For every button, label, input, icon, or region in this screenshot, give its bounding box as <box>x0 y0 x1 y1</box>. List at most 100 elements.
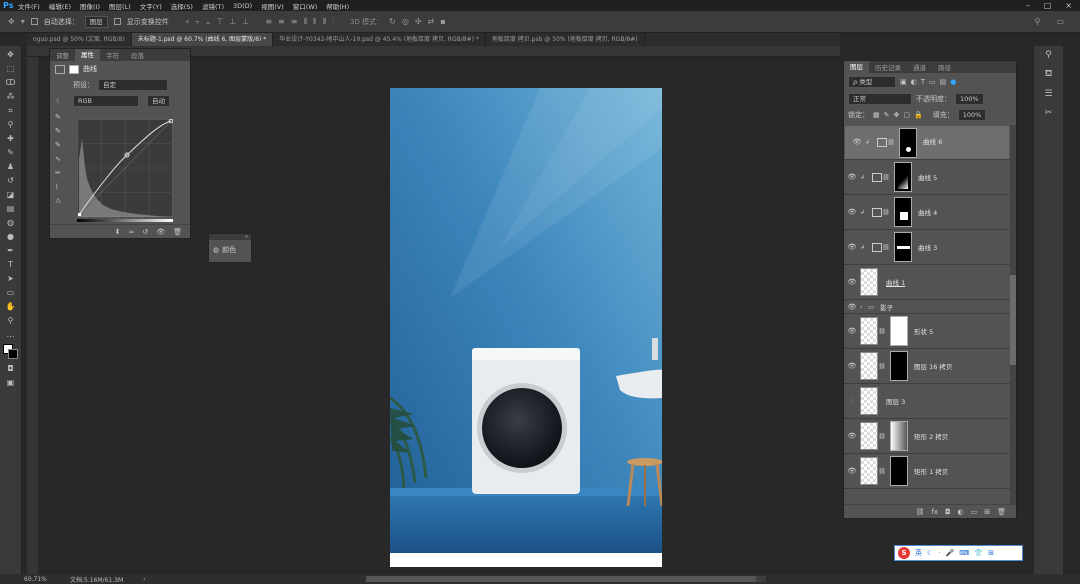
layer-mask-thumbnail[interactable] <box>890 421 908 451</box>
lock-all-icon[interactable]: 🔒 <box>914 111 923 119</box>
layer-row-layer-16-copy[interactable]: 👁 ⛓ 图层 16 拷贝 <box>844 349 1010 384</box>
menu-help[interactable]: 帮助(H) <box>326 1 349 11</box>
adjustments-icon[interactable]: ☰ <box>1044 89 1052 99</box>
layer-name[interactable]: 曲线 1 <box>886 277 905 287</box>
layer-thumbnail[interactable] <box>860 422 878 450</box>
add-mask-icon[interactable]: ◘ <box>945 508 951 516</box>
layer-style-icon[interactable]: fx <box>931 508 938 516</box>
microphone-icon[interactable]: 🎤 <box>946 549 955 557</box>
visibility-eye-icon[interactable]: 👁 <box>844 432 860 440</box>
menu-image[interactable]: 图像(I) <box>80 1 100 11</box>
auto-select-checkbox[interactable] <box>30 18 38 25</box>
scale-3d-icon[interactable]: ▪ <box>440 17 445 26</box>
group-name[interactable]: 影子 <box>880 302 893 312</box>
grid-icon[interactable]: ⊞ <box>988 549 994 557</box>
menu-edit[interactable]: 编辑(E) <box>49 1 71 11</box>
layer-mask-thumbnail[interactable] <box>894 162 912 192</box>
foreground-background-swatches[interactable] <box>2 344 19 360</box>
layer-row-curves-1[interactable]: 👁 曲线 1 <box>844 265 1010 300</box>
distribute-center-icon[interactable]: ⦀ <box>313 17 317 27</box>
layer-name[interactable]: 图层 16 拷贝 <box>914 361 952 371</box>
curve-point-edit-icon[interactable]: ∿ <box>55 155 61 163</box>
tab-doc-1[interactable]: oguo.psd @ 50% (文案, RGB/8) <box>27 33 132 46</box>
lock-move-icon[interactable]: ✥ <box>894 111 900 119</box>
filter-smart-icon[interactable]: ▤ <box>940 78 947 86</box>
workspace-icon[interactable]: ▭ <box>1056 17 1064 26</box>
align-bottom-icon[interactable]: ⊥ <box>242 17 249 26</box>
drag-3d-icon[interactable]: ✣ <box>415 17 422 26</box>
gray-eyedropper-icon[interactable]: ✎ <box>55 127 61 135</box>
layer-name[interactable]: 曲线 6 <box>923 137 942 148</box>
distribute-right-icon[interactable]: ⦀ <box>323 17 327 27</box>
document-info[interactable]: 文档:5.16M/61.3M <box>70 575 123 584</box>
link-layers-icon[interactable]: ⛓ <box>915 508 924 516</box>
reset-icon[interactable]: ↺ <box>142 228 148 236</box>
layer-mask-thumbnail[interactable] <box>890 351 908 381</box>
layer-group-shadow[interactable]: 👁 › ▭ 影子 <box>844 300 1010 314</box>
layer-mask-icon[interactable] <box>69 64 79 74</box>
brush-tool-icon[interactable]: ✎ <box>4 148 18 158</box>
layer-thumbnail[interactable] <box>860 457 878 485</box>
lock-artboard-icon[interactable]: ▢ <box>903 111 910 119</box>
roll-3d-icon[interactable]: ◎ <box>402 17 409 26</box>
channel-dropdown[interactable]: RGB <box>73 95 139 107</box>
menu-filter[interactable]: 滤镜(T) <box>202 1 224 11</box>
curves-graph[interactable] <box>77 119 173 217</box>
moon-icon[interactable]: ☾ <box>927 549 933 557</box>
layer-thumbnail[interactable] <box>860 352 878 380</box>
visibility-eye-icon[interactable]: 👁 <box>844 467 860 475</box>
minimize-icon[interactable]: – <box>1026 1 1030 10</box>
tools-icon[interactable]: ✂ <box>1045 108 1053 118</box>
adjustment-layer-icon[interactable]: ◐ <box>958 508 964 516</box>
pencil-curve-icon[interactable]: ✏ <box>55 169 61 177</box>
ime-language[interactable]: 英 <box>915 548 922 558</box>
visibility-eye-icon[interactable]: 👁 <box>844 303 860 311</box>
layer-row-rect-2-copy[interactable]: 👁 ⛓ 矩形 2 拷贝 <box>844 419 1010 454</box>
crop-tool-icon[interactable]: ⌗ <box>4 106 18 116</box>
layer-name[interactable]: 曲线 5 <box>918 172 937 182</box>
close-icon[interactable]: × <box>1065 1 1072 10</box>
layer-name[interactable]: 图层 3 <box>886 396 905 406</box>
slide-3d-icon[interactable]: ⇄ <box>428 17 435 26</box>
layer-name[interactable]: 形状 5 <box>914 326 933 336</box>
layer-mask-thumbnail[interactable] <box>894 232 912 262</box>
move-tool-icon[interactable]: ✥ <box>8 17 15 26</box>
visibility-eye-icon[interactable]: 👁 <box>844 327 860 335</box>
preset-dropdown[interactable]: 自定 <box>98 79 168 91</box>
white-eyedropper-icon[interactable]: ✎ <box>55 141 61 149</box>
move-tool-icon[interactable]: ✥ <box>4 50 18 60</box>
delete-layer-icon[interactable]: 🗑 <box>997 508 1006 516</box>
maximize-icon[interactable]: □ <box>1044 1 1052 10</box>
layer-mask-thumbnail[interactable] <box>890 316 908 346</box>
lasso-tool-icon[interactable]: ↀ <box>4 78 18 88</box>
rectangle-tool-icon[interactable]: ▭ <box>4 288 18 298</box>
horizontal-scrollbar[interactable] <box>365 576 766 582</box>
visibility-eye-icon[interactable]: 👁 <box>844 173 860 181</box>
layer-row-layer-3[interactable]: ▫ 图层 3 <box>844 384 1010 419</box>
rotate-3d-icon[interactable]: ↻ <box>389 17 396 26</box>
menu-window[interactable]: 窗口(W) <box>293 1 318 11</box>
clip-to-layer-icon[interactable]: ⬇ <box>115 228 121 236</box>
show-transform-checkbox[interactable] <box>113 18 121 25</box>
auto-align-icon[interactable]: ⫶ <box>332 17 334 27</box>
visibility-eye-icon[interactable]: 👁 <box>844 278 860 286</box>
tab-character[interactable]: 字符 <box>100 50 125 60</box>
visibility-eye-icon[interactable]: 👁 <box>844 362 860 370</box>
new-layer-icon[interactable]: ⊞ <box>984 508 990 516</box>
status-arrow-icon[interactable]: › <box>143 576 145 583</box>
tab-history[interactable]: 历史记录 <box>869 62 907 72</box>
layer-filter-dropdown[interactable]: ρ 类型 <box>848 76 896 88</box>
distribute-left-icon[interactable]: ⦀ <box>303 17 307 27</box>
layer-mask-thumbnail[interactable] <box>899 127 917 158</box>
menu-view[interactable]: 视图(V) <box>261 1 284 11</box>
zoom-tool-icon[interactable]: ⚲ <box>4 316 18 326</box>
menu-select[interactable]: 选择(S) <box>171 1 193 11</box>
paint-bucket-icon[interactable]: ⛾ <box>1045 69 1052 80</box>
search-icon[interactable]: ⚲ <box>1035 17 1041 26</box>
layer-mask-thumbnail[interactable] <box>890 456 908 486</box>
layer-row-rect-1-copy[interactable]: 👁 ⛓ 矩形 1 拷贝 <box>844 454 1010 489</box>
menu-layer[interactable]: 图层(L) <box>109 1 131 11</box>
lock-paint-icon[interactable]: ✎ <box>884 111 890 119</box>
target-adjust-icon[interactable]: ☝ <box>55 97 69 105</box>
eraser-tool-icon[interactable]: ◪ <box>4 190 18 200</box>
